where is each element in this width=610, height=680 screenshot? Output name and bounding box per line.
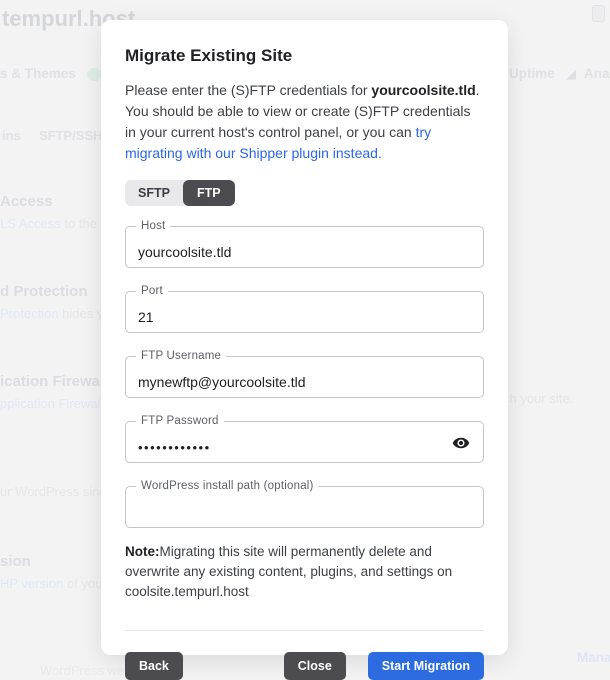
port-field-label: Port (136, 285, 168, 297)
php-version-link[interactable]: HP version (0, 576, 63, 591)
wordpress-single-text: ur WordPress single (0, 484, 117, 499)
ftp-username-input[interactable] (126, 357, 483, 397)
protocol-toggle: SFTP FTP (125, 180, 235, 206)
section-heading-protection: d Protection (0, 283, 88, 300)
tab-sftp-ssh[interactable]: SFTP/SSH (39, 128, 103, 143)
wordpress-path-field: WordPress install path (optional) (125, 486, 484, 528)
toggle-ftp-button[interactable]: FTP (183, 180, 235, 206)
tab-domains[interactable]: ins (2, 128, 21, 143)
migration-note: Note:Migrating this site will permanentl… (125, 542, 484, 602)
host-field-label: Host (136, 220, 170, 232)
notification-badge-icon (592, 5, 605, 22)
desc-domain: yourcoolsite.tld (371, 82, 475, 98)
host-field: Host (125, 226, 484, 268)
note-text: Migrating this site will permanently del… (125, 544, 452, 599)
tab-analytics[interactable]: Analyt (584, 66, 610, 81)
section-heading-version: sion (0, 553, 31, 570)
back-button[interactable]: Back (125, 652, 183, 680)
port-field: Port (125, 291, 484, 333)
tab-uptime[interactable]: Uptime (509, 66, 555, 81)
modal-footer: Back Close Start Migration (125, 652, 484, 680)
leaf-icon (87, 68, 102, 81)
wordpress-path-field-label: WordPress install path (optional) (136, 480, 319, 492)
analytics-chart-icon: ◢ (566, 66, 576, 82)
wordpress-path-input[interactable] (126, 487, 483, 527)
migrate-existing-site-modal: Migrate Existing Site Please enter the (… (101, 20, 508, 655)
note-label: Note: (125, 544, 160, 559)
toggle-password-visibility-button[interactable] (452, 433, 472, 453)
section-heading-firewall: ication Firewall (0, 373, 108, 390)
section-heading-access: Access (0, 193, 53, 210)
toggle-sftp-button[interactable]: SFTP (125, 180, 183, 206)
desc-part1: Please enter the (S)FTP credentials for (125, 82, 371, 98)
close-button[interactable]: Close (284, 652, 346, 680)
ftp-password-field-label: FTP Password (136, 415, 224, 427)
port-input[interactable] (126, 292, 483, 332)
eye-icon (452, 434, 470, 452)
tab-plugins-themes[interactable]: s & Themes (0, 66, 76, 81)
protection-link[interactable]: Protection (0, 306, 59, 321)
ftp-password-input[interactable] (126, 422, 483, 462)
modal-title: Migrate Existing Site (125, 46, 484, 66)
start-migration-button[interactable]: Start Migration (368, 652, 484, 680)
access-link[interactable]: LS Access (0, 216, 61, 231)
manage-link[interactable]: Mana (577, 650, 610, 665)
ftp-username-field: FTP Username (125, 356, 484, 398)
footer-divider (125, 630, 484, 631)
ftp-username-field-label: FTP Username (136, 350, 226, 362)
modal-description: Please enter the (S)FTP credentials for … (125, 80, 484, 164)
host-input[interactable] (126, 227, 483, 267)
ftp-password-field: FTP Password (125, 421, 484, 463)
background-right-text: ch your site. (503, 391, 573, 406)
